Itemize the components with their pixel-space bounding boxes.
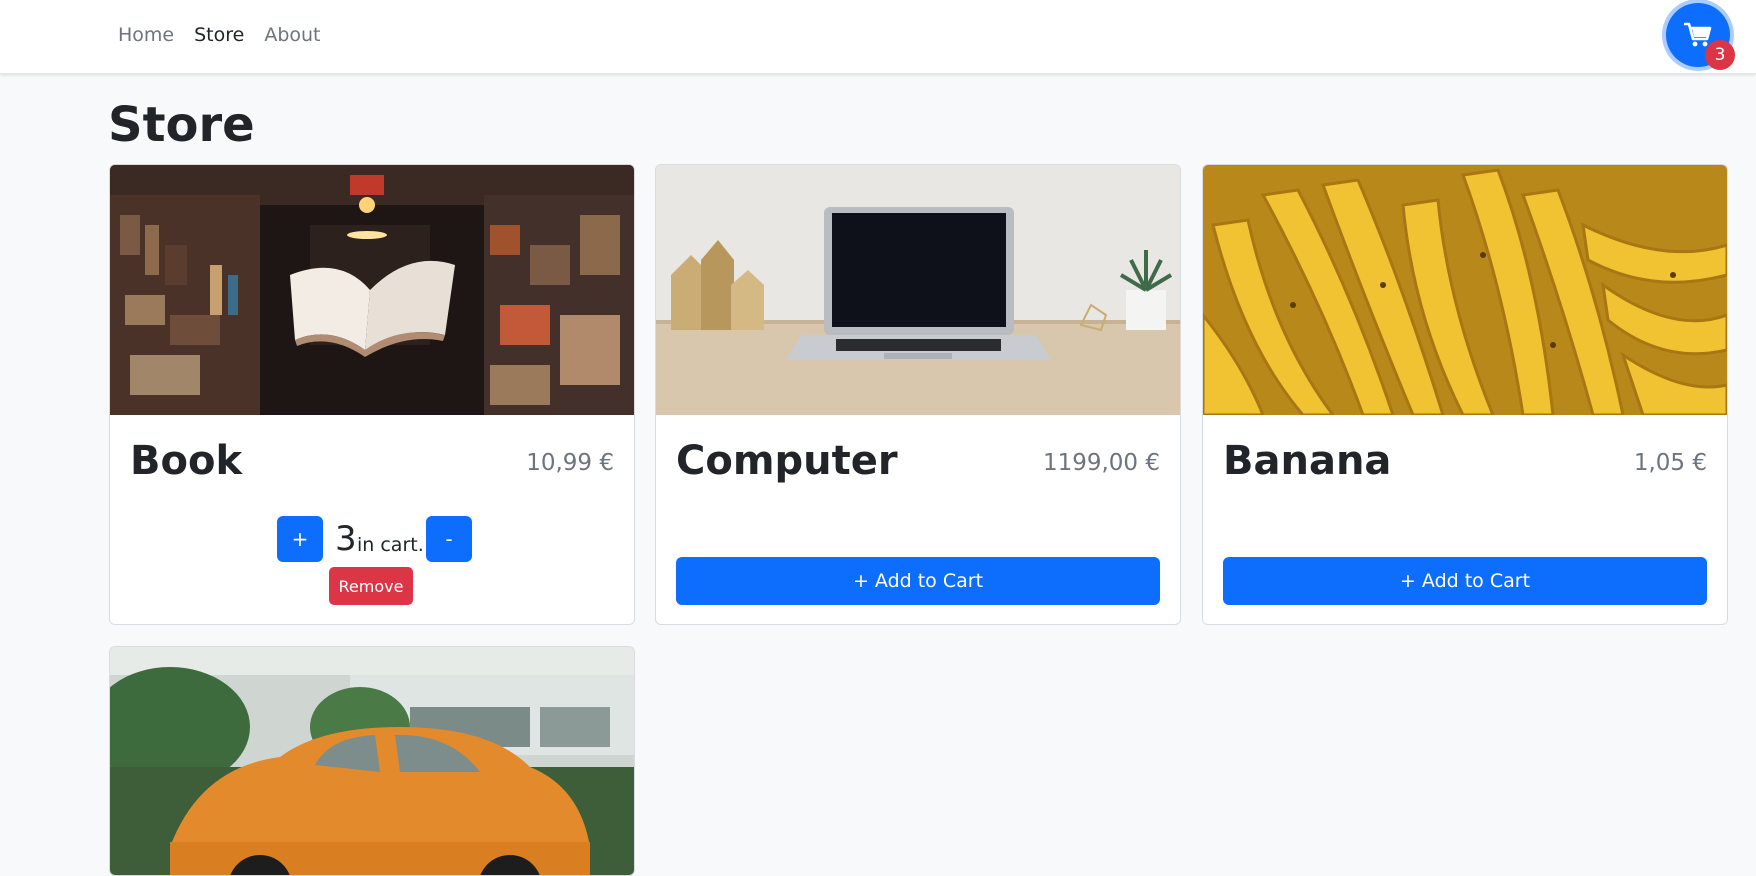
product-card-car (109, 646, 635, 876)
product-name: Book (130, 438, 243, 484)
increase-quantity-button[interactable]: + (277, 516, 323, 562)
product-price: 10,99 € (526, 450, 614, 476)
product-price: 1199,00 € (1042, 450, 1160, 476)
cart-count-badge: 3 (1705, 40, 1735, 70)
add-to-cart-button[interactable]: + Add to Cart (676, 557, 1160, 605)
cart-quantity: 3 (335, 519, 357, 559)
nav-links: Home Store About (118, 22, 321, 48)
product-name: Computer (676, 438, 898, 484)
nav-link-about[interactable]: About (264, 22, 320, 48)
product-name: Banana (1223, 438, 1392, 484)
product-card-book: Book 10,99 € + 3 in cart. - Remove (109, 164, 635, 625)
page-title: Store (108, 97, 255, 153)
product-card-computer: Computer 1199,00 € + Add to Cart (655, 164, 1181, 625)
computer-image (656, 165, 1180, 415)
decrease-quantity-button[interactable]: - (426, 516, 472, 562)
nav-link-home[interactable]: Home (118, 22, 174, 48)
book-image (110, 165, 634, 415)
add-to-cart-button[interactable]: + Add to Cart (1223, 557, 1707, 605)
car-image (110, 647, 634, 875)
in-cart-label: in cart. (357, 534, 424, 556)
remove-button[interactable]: Remove (329, 567, 413, 605)
nav-link-store[interactable]: Store (194, 22, 244, 48)
product-price: 1,05 € (1633, 450, 1707, 476)
navbar: Home Store About 3 (0, 0, 1756, 74)
banana-image (1203, 165, 1727, 415)
product-card-banana: Banana 1,05 € + Add to Cart (1202, 164, 1728, 625)
